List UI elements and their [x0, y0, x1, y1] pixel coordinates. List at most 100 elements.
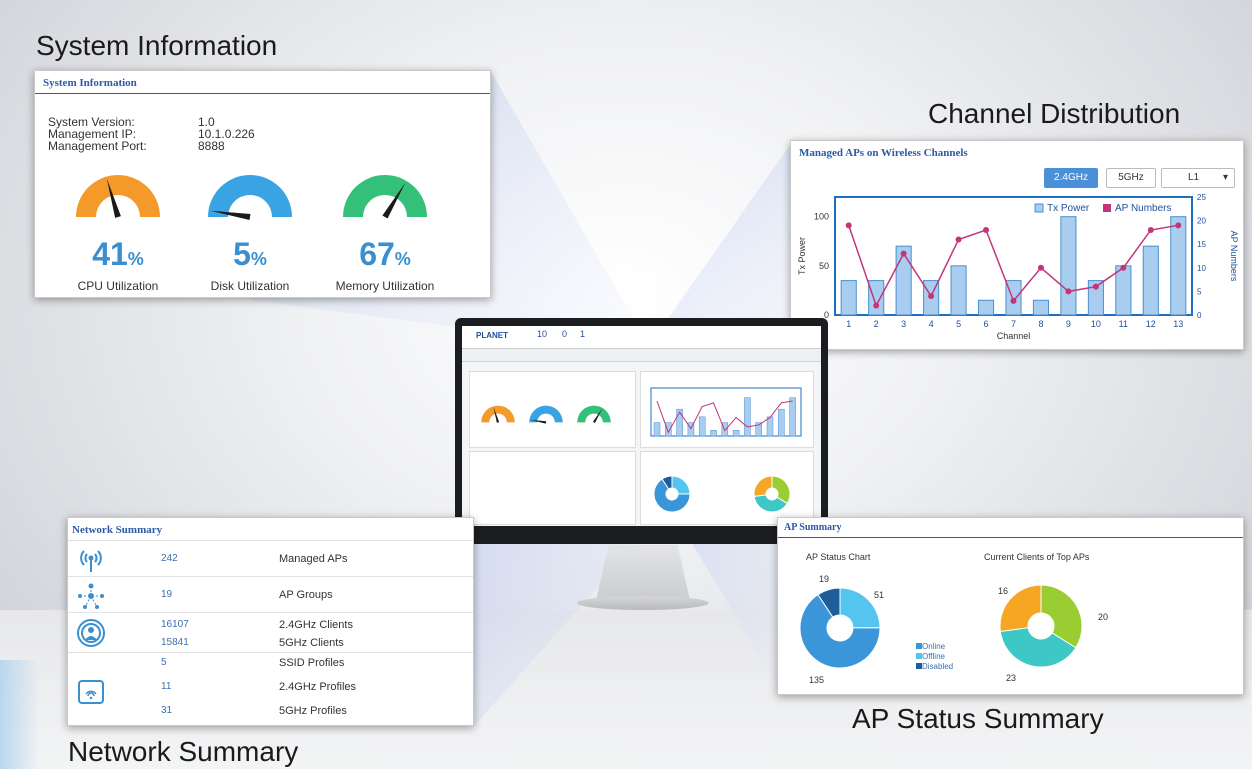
panel-title: Network Summary	[68, 518, 473, 541]
y2-tick-label: 5	[1197, 287, 1202, 296]
y-tick-label: 100	[814, 212, 829, 222]
mini-gauge	[577, 405, 611, 424]
channel-select-value: L1	[1188, 172, 1200, 183]
y2-tick-label: 15	[1197, 240, 1206, 249]
header-stat-3: 1	[580, 329, 586, 339]
bar-5	[950, 265, 967, 316]
router-profile-icon	[78, 680, 104, 704]
ap-summary-panel: AP Summary AP Status Chart Current Clien…	[777, 517, 1244, 695]
mini-bar	[766, 416, 774, 437]
bar-8	[1032, 299, 1050, 316]
ap-status-pie	[799, 588, 881, 669]
pie-slice-0	[671, 475, 691, 495]
x-tick-label: 1	[846, 319, 851, 329]
memory-utilization-value: 67%	[359, 236, 411, 272]
chevron-down-icon: ▾	[1222, 172, 1228, 183]
clients-5ghz-label: 5GHz Clients	[279, 637, 344, 649]
ap-numbers-point-13	[1175, 222, 1182, 229]
planet-logo: PLANET	[476, 331, 508, 340]
clients-24ghz-count: 16107	[161, 619, 189, 630]
legend-tx-swatch	[1034, 203, 1044, 213]
caption-network-summary: Network Summary	[68, 736, 299, 767]
ap-numbers-point-8	[1037, 264, 1044, 271]
x-tick-label: 2	[874, 319, 879, 329]
mini-chart	[650, 387, 802, 437]
managed-aps-label: Managed APs	[279, 553, 348, 565]
legend-item-offline: Offline	[916, 652, 953, 662]
legend-ap-swatch	[1103, 204, 1111, 212]
ap-numbers-point-4	[928, 293, 935, 300]
x-tick-label: 3	[901, 319, 906, 329]
table-row: 5 SSID Profiles 11 2.4GHz Profiles 31 5G…	[68, 652, 473, 725]
x-tick-label: 9	[1066, 319, 1071, 329]
mini-bar	[732, 430, 740, 437]
clients-24ghz-label: 2.4GHz Clients	[279, 619, 353, 631]
bar-11	[1115, 265, 1132, 316]
client-label-c: 23	[1006, 673, 1017, 683]
offline-count-label: 51	[874, 590, 885, 600]
cpu-utilization-value: 41%	[92, 236, 144, 272]
panel-title: AP Summary	[778, 518, 1243, 538]
management-port-label: Management Port:	[48, 139, 147, 153]
ap-numbers-point-7	[1010, 297, 1017, 304]
y-axis-label: Tx Power	[797, 237, 807, 275]
x-tick-label: 13	[1173, 319, 1183, 329]
disk-utilization-value: 5%	[233, 236, 267, 272]
y2-tick-label: 20	[1197, 217, 1206, 226]
gauge-arc	[208, 175, 292, 217]
management-port-value: 8888	[198, 139, 225, 153]
online-count-label: 135	[809, 675, 825, 685]
ap-groups-icon	[78, 583, 104, 609]
panel-title: System Information	[35, 71, 490, 94]
x-tick-label: 8	[1038, 319, 1043, 329]
channel-select[interactable]: L1 ▾	[1161, 168, 1235, 188]
mini-gauge	[481, 405, 515, 423]
x-tick-label: 11	[1119, 319, 1128, 329]
screen-header: PLANET 10 0 1	[462, 326, 821, 349]
ssid-profiles-count: 5	[161, 657, 167, 668]
ap-numbers-point-10	[1092, 283, 1099, 290]
band-2-4ghz-button[interactable]: 2.4GHz	[1044, 168, 1098, 188]
disk-utilization-label: Disk Utilization	[210, 279, 290, 293]
ap-numbers-point-2	[873, 302, 880, 309]
table-row: 242 Managed APs	[68, 540, 473, 577]
system-information-panel: System Information System Version: 1.0 M…	[34, 70, 491, 298]
table-row: 19 AP Groups	[68, 576, 473, 613]
ap-status-chart-title: AP Status Chart	[806, 552, 871, 562]
legend-tx-label: Tx Power	[1047, 203, 1090, 214]
legend-item-disabled: Disabled	[916, 662, 953, 672]
disabled-count-label: 19	[819, 574, 830, 584]
caption-system-information: System Information	[36, 30, 278, 61]
header-stat-1: 10	[537, 329, 548, 339]
managed-aps-count: 242	[161, 553, 178, 564]
ap-numbers-point-11	[1120, 264, 1127, 271]
mini-pies	[653, 475, 791, 513]
legend-item-online: Online	[916, 642, 953, 652]
mini-bar	[653, 422, 661, 437]
x-axis-label: Channel	[997, 331, 1031, 341]
wireless-client-icon	[77, 619, 105, 647]
cpu-gauge	[76, 175, 160, 218]
mini-bar	[710, 430, 717, 437]
mini-bar	[698, 416, 706, 437]
mini-bar	[778, 408, 785, 437]
y2-tick-label: 0	[1197, 311, 1202, 320]
monitor-screen: PLANET 10 0 1	[462, 326, 821, 526]
channel-distribution-panel: Managed APs on Wireless Channels 2.4GHz …	[790, 140, 1244, 350]
client-label-a: 16	[998, 586, 1009, 596]
ap-numbers-point-12	[1147, 227, 1154, 234]
profiles-24ghz-count: 11	[161, 681, 172, 692]
y-tick-label: 50	[819, 261, 829, 271]
channel-chart: 1 2 3 4 5 6 7 8 9 10 11 12 130501000510152025Channel…	[797, 193, 1239, 341]
clients-5ghz-count: 15841	[161, 637, 189, 648]
memory-utilization-label: Memory Utilization	[335, 279, 435, 293]
band-5ghz-button[interactable]: 5GHz	[1106, 168, 1156, 188]
ap-numbers-point-9	[1065, 288, 1072, 295]
bar-9	[1060, 216, 1077, 316]
pie-slice-2	[753, 475, 773, 497]
mini-bar	[676, 408, 683, 437]
ap-numbers-point-3	[900, 250, 907, 257]
mini-gauges	[481, 405, 611, 424]
y2-axis-label: AP Numbers	[1229, 231, 1239, 282]
x-tick-label: 6	[984, 319, 989, 329]
